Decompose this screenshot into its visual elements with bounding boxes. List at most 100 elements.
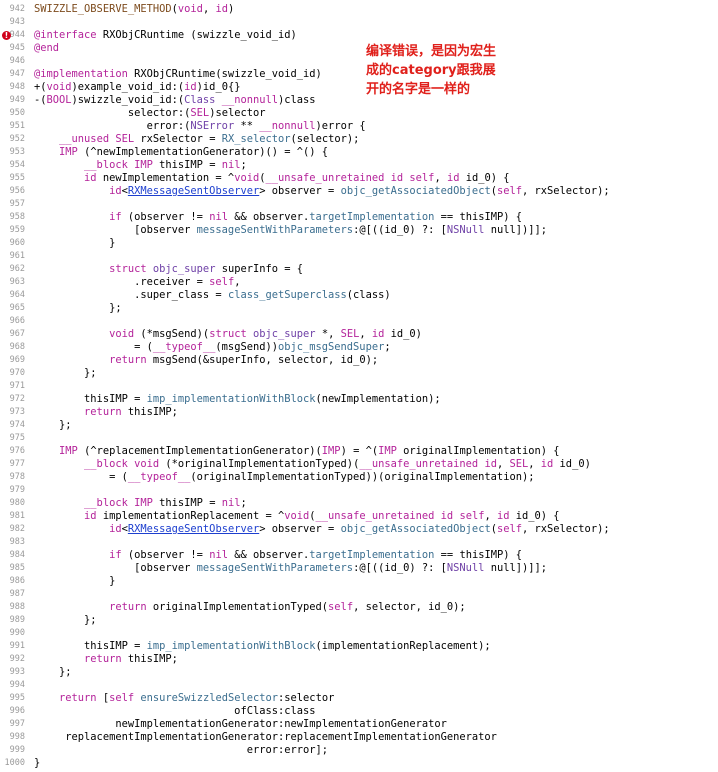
code-line[interactable]: 944! @interface RXObjCRuntime (swizzle_vo… xyxy=(0,29,718,42)
code-line[interactable]: 946 xyxy=(0,55,718,68)
line-number: 958 xyxy=(9,212,25,222)
code-line[interactable]: 949 -(BOOL)swizzle_void_id:(Class __nonnu… xyxy=(0,94,718,107)
code-line[interactable]: 968 = (__typeof__(msgSend))objc_msgSendS… xyxy=(0,341,718,354)
code-line[interactable]: 975 xyxy=(0,432,718,445)
line-number: 965 xyxy=(9,303,25,313)
line-number: 975 xyxy=(9,433,25,443)
code-text: id<RXMessageSentObserver> observer = obj… xyxy=(109,185,610,197)
code-text: __block void (*originalImplementationTyp… xyxy=(84,458,591,470)
code-text: return msgSend(&superInfo, selector, id_… xyxy=(109,354,379,366)
code-text: }; xyxy=(34,367,97,379)
code-line[interactable]: 999 error:error]; xyxy=(0,744,718,757)
code-text: newImplementationGenerator:newImplementa… xyxy=(34,718,447,730)
line-number: 984 xyxy=(9,550,25,560)
code-line[interactable]: 955 id newImplementation = ^void(__unsaf… xyxy=(0,172,718,185)
code-line[interactable]: 969 return msgSend(&superInfo, selector,… xyxy=(0,354,718,367)
code-line[interactable]: 984 if (observer != nil && observer.targ… xyxy=(0,549,718,562)
code-line[interactable]: 985 [observer messageSentWithParameters:… xyxy=(0,562,718,575)
line-number: 960 xyxy=(9,238,25,248)
code-editor[interactable]: 942 SWIZZLE_OBSERVE_METHOD(void, id) 943 94… xyxy=(0,0,718,772)
error-icon[interactable]: ! xyxy=(2,31,11,40)
code-line[interactable]: 953 IMP (^newImplementationGenerator)() … xyxy=(0,146,718,159)
line-number: 961 xyxy=(9,251,25,261)
code-line[interactable]: 976 IMP (^replacementImplementationGener… xyxy=(0,445,718,458)
code-line[interactable]: 989 }; xyxy=(0,614,718,627)
line-number: 980 xyxy=(9,498,25,508)
code-line[interactable]: 961 xyxy=(0,250,718,263)
code-text: } xyxy=(34,575,116,587)
code-line[interactable]: 973 return thisIMP; xyxy=(0,406,718,419)
line-number: 991 xyxy=(9,641,25,651)
code-line[interactable]: 970 }; xyxy=(0,367,718,380)
code-line[interactable]: 977 __block void (*originalImplementatio… xyxy=(0,458,718,471)
code-line[interactable]: 972 thisIMP = imp_implementationWithBloc… xyxy=(0,393,718,406)
code-line[interactable]: 959 [observer messageSentWithParameters:… xyxy=(0,224,718,237)
code-line[interactable]: 982 id<RXMessageSentObserver> observer =… xyxy=(0,523,718,536)
code-text: __block IMP thisIMP = nil; xyxy=(84,159,247,171)
code-line[interactable]: 945 @end xyxy=(0,42,718,55)
code-line[interactable]: 991 thisIMP = imp_implementationWithBloc… xyxy=(0,640,718,653)
line-number: 967 xyxy=(9,329,25,339)
code-line[interactable]: 948 +(void)example_void_id:(id)id_0{} xyxy=(0,81,718,94)
code-line[interactable]: 978 = (__typeof__(originalImplementation… xyxy=(0,471,718,484)
code-line[interactable]: 997 newImplementationGenerator:newImplem… xyxy=(0,718,718,731)
code-line[interactable]: 986 } xyxy=(0,575,718,588)
code-text: if (observer != nil && observer.targetIm… xyxy=(109,211,523,223)
code-line[interactable]: 951 error:(NSError ** __nonnull)error { xyxy=(0,120,718,133)
code-line[interactable]: 954 __block IMP thisIMP = nil; xyxy=(0,159,718,172)
code-line[interactable]: 958 if (observer != nil && observer.targ… xyxy=(0,211,718,224)
code-line[interactable]: 952 __unused SEL rxSelector = RX_selecto… xyxy=(0,133,718,146)
code-line[interactable]: 974 }; xyxy=(0,419,718,432)
code-line[interactable]: 995 return [self ensureSwizzledSelector:… xyxy=(0,692,718,705)
code-text: } xyxy=(34,757,41,769)
code-line[interactable]: 987 xyxy=(0,588,718,601)
line-number: 990 xyxy=(9,628,25,638)
code-text: replacementImplementationGenerator:repla… xyxy=(34,731,497,743)
code-text: error:(NSError ** __nonnull)error { xyxy=(34,120,366,132)
code-line[interactable]: 943 xyxy=(0,16,718,29)
code-line[interactable]: 983 xyxy=(0,536,718,549)
line-number: 951 xyxy=(9,121,25,131)
code-line[interactable]: 962 struct objc_super superInfo = { xyxy=(0,263,718,276)
code-line[interactable]: 966 xyxy=(0,315,718,328)
code-line[interactable]: 950 selector:(SEL)selector xyxy=(0,107,718,120)
code-line[interactable]: 965 }; xyxy=(0,302,718,315)
code-line[interactable]: 963 .receiver = self, xyxy=(0,276,718,289)
code-line[interactable]: 947 @implementation RXObjCRuntime(swizzle… xyxy=(0,68,718,81)
line-number: 972 xyxy=(9,394,25,404)
code-text: thisIMP = imp_implementationWithBlock(ne… xyxy=(34,393,441,405)
code-line[interactable]: 960 } xyxy=(0,237,718,250)
code-line[interactable]: 993 }; xyxy=(0,666,718,679)
line-number: 952 xyxy=(9,134,25,144)
code-line[interactable]: 1000} xyxy=(0,757,718,770)
code-line[interactable]: 957 xyxy=(0,198,718,211)
code-line[interactable]: 956 id<RXMessageSentObserver> observer =… xyxy=(0,185,718,198)
code-line[interactable]: 994 xyxy=(0,679,718,692)
line-number: 964 xyxy=(9,290,25,300)
code-line[interactable]: 980 __block IMP thisIMP = nil; xyxy=(0,497,718,510)
code-line[interactable]: 967 void (*msgSend)(struct objc_super *,… xyxy=(0,328,718,341)
line-number: 953 xyxy=(9,147,25,157)
code-line[interactable]: 998 replacementImplementationGenerator:r… xyxy=(0,731,718,744)
code-line[interactable]: 979 xyxy=(0,484,718,497)
annotation-line: 成的category跟我展 xyxy=(366,63,496,78)
code-text: .receiver = self, xyxy=(34,276,241,288)
code-line[interactable]: 988 return originalImplementationTyped(s… xyxy=(0,601,718,614)
code-line[interactable]: 992 return thisIMP; xyxy=(0,653,718,666)
code-line[interactable]: 990 xyxy=(0,627,718,640)
line-number: 968 xyxy=(9,342,25,352)
code-text: id implementationReplacement = ^void(__u… xyxy=(84,510,560,522)
code-line[interactable]: 964 .super_class = class_getSuperclass(c… xyxy=(0,289,718,302)
code-text: } xyxy=(34,237,116,249)
code-text: selector:(SEL)selector xyxy=(34,107,266,119)
line-number: 966 xyxy=(9,316,25,326)
code-line[interactable]: 942 SWIZZLE_OBSERVE_METHOD(void, id) xyxy=(0,3,718,16)
code-line[interactable]: 971 xyxy=(0,380,718,393)
code-text: struct objc_super superInfo = { xyxy=(109,263,304,275)
line-number: 963 xyxy=(9,277,25,287)
line-number: 994 xyxy=(9,680,25,690)
line-number: 983 xyxy=(9,537,25,547)
code-line[interactable]: 981 id implementationReplacement = ^void… xyxy=(0,510,718,523)
code-line[interactable]: 996 ofClass:class xyxy=(0,705,718,718)
code-text: [observer messageSentWithParameters:@[((… xyxy=(34,562,548,574)
